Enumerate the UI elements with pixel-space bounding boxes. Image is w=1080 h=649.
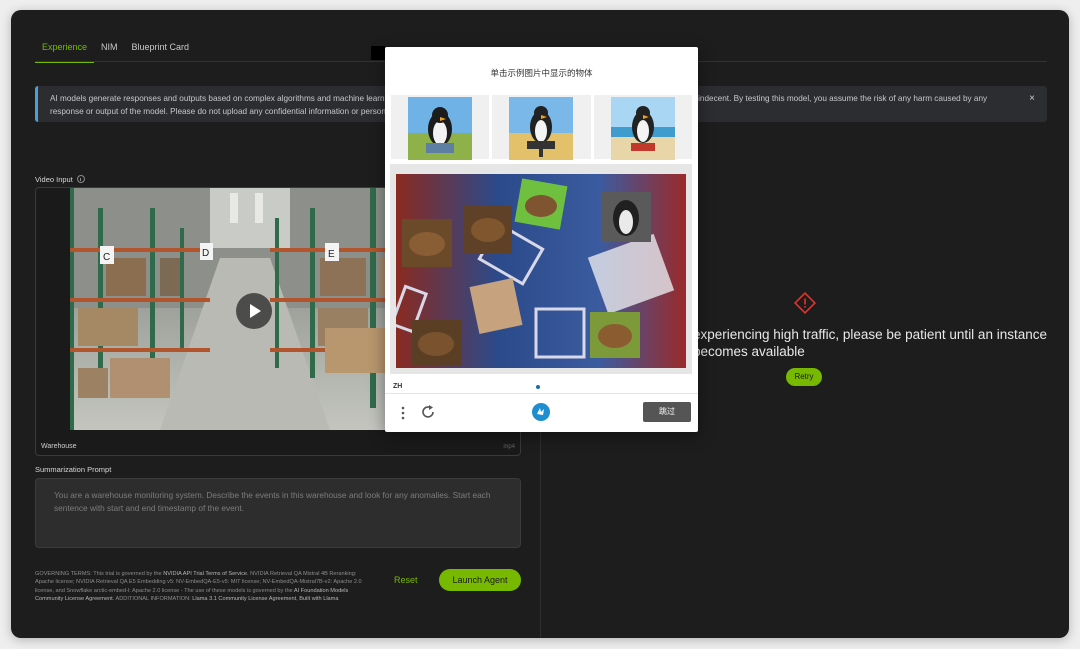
launch-agent-button[interactable]: Launch Agent	[439, 569, 521, 591]
svg-text:D: D	[202, 248, 209, 259]
tab-bar: Experience NIM Blueprint Card	[35, 42, 196, 63]
video-input-label: Video Input	[35, 175, 85, 184]
example-image	[391, 95, 490, 160]
penguin-example-image	[610, 97, 675, 160]
terms-text: GOVERNING TERMS: This trial is governed …	[35, 571, 164, 577]
skip-button[interactable]: 跳过	[643, 402, 691, 422]
traffic-status-message: experiencing high traffic, please be pat…	[693, 327, 1047, 359]
info-icon[interactable]	[76, 175, 85, 183]
svg-text:E: E	[328, 249, 335, 260]
svg-text:C: C	[103, 252, 110, 263]
trial-terms-link[interactable]: NVIDIA API Trial Terms of Service	[163, 571, 247, 577]
video-input-label-text: Video Input	[35, 175, 73, 184]
tab-blueprint-card[interactable]: Blueprint Card	[125, 42, 197, 63]
language-selector[interactable]: ZH	[393, 383, 402, 390]
tab-nim[interactable]: NIM	[94, 42, 125, 63]
penguin-example-image	[408, 97, 473, 160]
captcha-challenge-area	[390, 164, 692, 374]
terms-text: . ADDITIONAL INFORMATION:	[112, 595, 193, 602]
captcha-examples	[391, 95, 692, 160]
summarization-prompt-input[interactable]: You are a warehouse monitoring system. D…	[35, 478, 521, 548]
captcha-dialog: 单击示例图片中显示的物体 ZH 跳过	[385, 47, 698, 432]
tab-experience[interactable]: Experience	[35, 42, 95, 63]
captcha-challenge-image[interactable]	[396, 174, 686, 368]
close-icon[interactable]: ×	[1029, 92, 1035, 105]
warning-icon	[794, 292, 816, 314]
summarization-prompt-label: Summarization Prompt	[35, 465, 112, 474]
reset-button[interactable]: Reset	[394, 575, 418, 585]
video-filename: Warehouse	[41, 443, 77, 450]
hcaptcha-logo-icon	[532, 403, 550, 421]
example-image	[593, 95, 692, 160]
captcha-footer-divider	[385, 393, 698, 394]
example-image	[492, 95, 591, 160]
video-extension: mp4	[503, 444, 515, 450]
retry-button[interactable]: Retry	[786, 368, 822, 386]
penguin-example-image	[509, 97, 574, 160]
governing-terms: GOVERNING TERMS: This trial is governed …	[35, 570, 365, 603]
captcha-tab	[371, 46, 385, 60]
llama-license-link[interactable]: Llama 3.1 Community License Agreement	[192, 596, 296, 602]
captcha-title: 单击示例图片中显示的物体	[490, 68, 593, 78]
page-indicator	[536, 385, 540, 389]
built-with-llama-link[interactable]: Built with Llama	[299, 596, 338, 602]
refresh-icon[interactable]	[419, 403, 437, 421]
play-icon[interactable]	[236, 293, 272, 329]
more-menu-icon[interactable]	[397, 405, 409, 421]
